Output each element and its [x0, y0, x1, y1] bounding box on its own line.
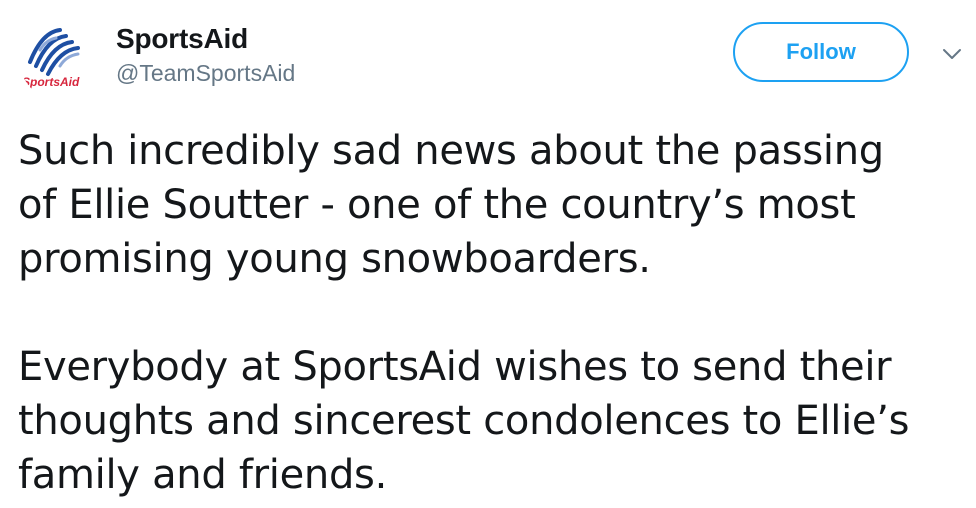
- tweet-text: Such incredibly sad news about the passi…: [18, 124, 968, 502]
- tweet-card: SportsAid SportsAid @TeamSportsAid Follo…: [0, 0, 976, 508]
- more-options-button[interactable]: [940, 44, 964, 64]
- logo-text: SportsAid: [22, 75, 80, 89]
- user-handle[interactable]: @TeamSportsAid: [116, 58, 295, 88]
- avatar[interactable]: SportsAid: [20, 22, 98, 100]
- tweet-line: of Ellie Soutter - one of the country’s …: [18, 182, 856, 228]
- follow-button[interactable]: Follow: [733, 22, 909, 82]
- tweet-paragraph: Everybody at SportsAid wishes to send th…: [18, 340, 968, 502]
- sportsaid-logo-icon: SportsAid: [22, 28, 80, 89]
- chevron-down-icon: [943, 49, 961, 59]
- user-meta: SportsAid @TeamSportsAid: [116, 22, 295, 88]
- tweet-line: promising young snowboarders.: [18, 236, 651, 282]
- tweet-line: Such incredibly sad news about the passi…: [18, 128, 884, 174]
- tweet-line: Everybody at SportsAid wishes to send th…: [18, 344, 892, 390]
- tweet-line: thoughts and sincerest condolences to El…: [18, 398, 910, 444]
- display-name[interactable]: SportsAid: [116, 22, 295, 56]
- tweet-paragraph: Such incredibly sad news about the passi…: [18, 124, 968, 286]
- tweet-line: family and friends.: [18, 452, 387, 498]
